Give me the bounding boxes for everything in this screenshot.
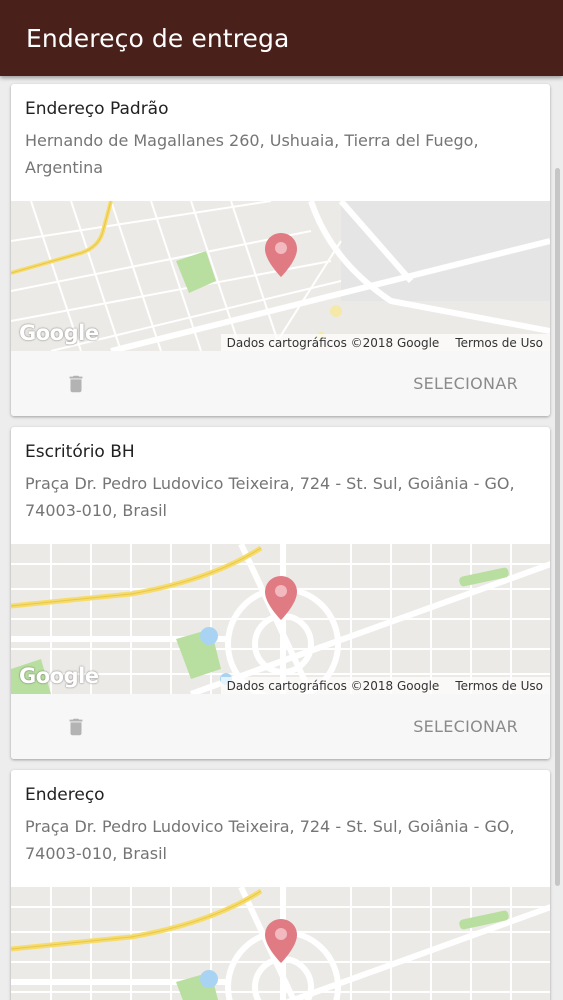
map-terms-link[interactable]: Termos de Uso <box>455 336 543 350</box>
card-actions: SELECIONAR <box>11 694 550 759</box>
scrollbar[interactable] <box>555 168 560 886</box>
address-map[interactable]: Google Dados cartográficos ©2018 Google … <box>11 544 550 694</box>
address-card[interactable]: Escritório BH Praça Dr. Pedro Ludovico T… <box>11 427 550 759</box>
select-button[interactable]: SELECIONAR <box>413 374 518 393</box>
address-list[interactable]: Endereço Padrão Hernando de Magallanes 2… <box>0 76 563 1000</box>
address-card[interactable]: Endereço Padrão Hernando de Magallanes 2… <box>11 84 550 416</box>
address-text: Praça Dr. Pedro Ludovico Teixeira, 724 -… <box>25 817 515 863</box>
trash-icon[interactable] <box>65 373 87 395</box>
app-bar: Endereço de entrega <box>0 0 563 76</box>
map-terms-link[interactable]: Termos de Uso <box>455 679 543 693</box>
address-card-header[interactable]: Endereço Praça Dr. Pedro Ludovico Teixei… <box>11 770 550 887</box>
map-pin-icon <box>265 576 297 620</box>
map-pin-icon <box>265 919 297 963</box>
address-card[interactable]: Endereço Praça Dr. Pedro Ludovico Teixei… <box>11 770 550 1000</box>
google-logo: Google <box>19 321 99 345</box>
address-title: Escritório BH <box>25 442 135 462</box>
address-map[interactable]: Google Dados cartográficos ©2018 Google … <box>11 201 550 351</box>
card-actions: SELECIONAR <box>11 351 550 416</box>
map-data-credit: Dados cartográficos ©2018 Google <box>226 678 440 693</box>
trash-icon[interactable] <box>65 716 87 738</box>
address-title: Endereço <box>25 785 105 805</box>
map-credits: Dados cartográficos ©2018 Google Termos … <box>220 334 550 351</box>
map-pin-icon <box>265 233 297 277</box>
address-title: Endereço Padrão <box>25 99 169 119</box>
address-map[interactable] <box>11 887 550 1000</box>
page-title: Endereço de entrega <box>26 23 290 53</box>
google-logo: Google <box>19 664 99 688</box>
select-button[interactable]: SELECIONAR <box>413 717 518 736</box>
address-text: Hernando de Magallanes 260, Ushuaia, Tie… <box>25 131 479 177</box>
map-data-credit: Dados cartográficos ©2018 Google <box>226 335 440 350</box>
address-card-header[interactable]: Escritório BH Praça Dr. Pedro Ludovico T… <box>11 427 550 544</box>
map-credits: Dados cartográficos ©2018 Google Termos … <box>220 677 550 694</box>
address-text: Praça Dr. Pedro Ludovico Teixeira, 724 -… <box>25 474 515 520</box>
address-card-header[interactable]: Endereço Padrão Hernando de Magallanes 2… <box>11 84 550 201</box>
